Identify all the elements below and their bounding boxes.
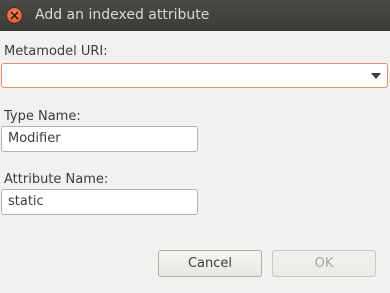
close-icon	[10, 11, 19, 20]
title-bar: Add an indexed attribute	[0, 0, 390, 31]
window-title: Add an indexed attribute	[35, 7, 210, 23]
ok-button[interactable]: OK	[272, 250, 376, 277]
dialog-window: Add an indexed attribute Metamodel URI: …	[0, 0, 390, 293]
type-name-label: Type Name:	[4, 109, 81, 124]
close-button[interactable]	[6, 7, 23, 24]
chevron-down-icon[interactable]	[371, 73, 381, 79]
metamodel-uri-label: Metamodel URI:	[4, 44, 108, 59]
cancel-button[interactable]: Cancel	[158, 250, 262, 277]
metamodel-uri-combobox[interactable]	[1, 63, 388, 88]
attribute-name-input[interactable]: static	[1, 189, 198, 215]
type-name-input[interactable]: Modifier	[1, 126, 198, 152]
attribute-name-label: Attribute Name:	[4, 172, 109, 187]
